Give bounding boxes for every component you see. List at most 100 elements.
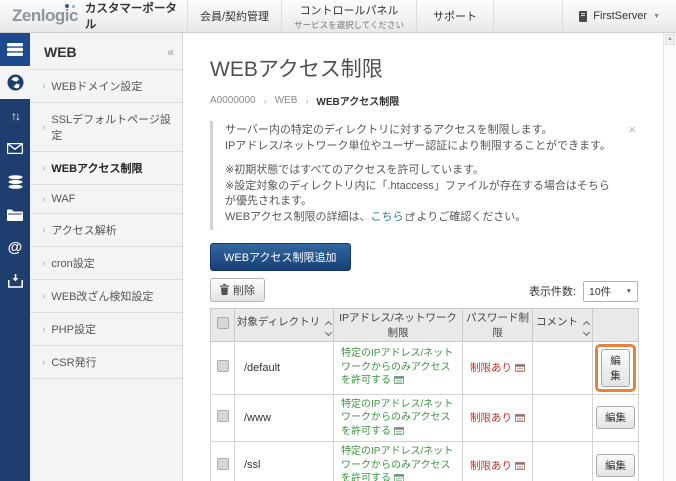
sidebar-menu-list: › WEBドメイン設定 › SSLデフォルトページ設定 › WEBアクセス制限 … xyxy=(30,69,182,379)
nav-control-panel-label: コントロールパネル xyxy=(299,4,399,17)
directory-cell: /default xyxy=(234,340,334,395)
restrictions-table: 対象ディレクトリ IPアドレス/ネットワーク制限 パスワード制限 コメント /d… xyxy=(210,307,639,481)
actions-cell: 編集 xyxy=(592,393,639,443)
row-checkbox[interactable] xyxy=(216,360,229,373)
breadcrumb-sep-icon: › xyxy=(305,95,309,106)
nav-member-contract-label: 会員/契約管理 xyxy=(200,11,270,23)
row-checkbox[interactable] xyxy=(216,457,229,470)
menu-bars-icon xyxy=(7,43,23,56)
chevron-right-icon: › xyxy=(42,162,46,174)
password-cell: 制限あり xyxy=(462,441,533,481)
account-menu[interactable]: FirstServer ▼ xyxy=(562,0,676,32)
top-header: Zenlogic カスタマーポータル 会員/契約管理 コントロールパネル サービ… xyxy=(0,0,676,33)
collapse-sidebar-icon[interactable]: « xyxy=(167,45,174,59)
add-restriction-button[interactable]: WEBアクセス制限追加 xyxy=(210,242,351,271)
chevron-right-icon: › xyxy=(42,356,46,368)
table-row: /www 特定のIPアドレス/ネットワークからのみアクセスを許可する 制限あり … xyxy=(210,393,639,443)
ip-restriction-cell: 特定のIPアドレス/ネットワークからのみアクセスを許可する xyxy=(333,340,463,395)
actions-cell: 編集 xyxy=(592,441,639,481)
sidebar-section-mail-settings[interactable]: @ xyxy=(0,231,30,264)
directory-cell: /ssl xyxy=(234,441,334,481)
chevron-right-icon: › xyxy=(42,323,46,335)
sidebar-section-database[interactable] xyxy=(0,165,30,198)
col-header-password: パスワード制限 xyxy=(462,307,533,342)
sidebar-item-ssl-default-page[interactable]: › SSLデフォルトページ設定 xyxy=(30,102,182,151)
main-menu-icon[interactable] xyxy=(0,33,30,66)
sidebar-section-title: WEB xyxy=(44,44,77,60)
breadcrumb-web[interactable]: WEB xyxy=(275,95,298,106)
edit-button[interactable]: 編集 xyxy=(596,453,635,477)
sort-comment-icon[interactable] xyxy=(582,321,591,337)
scrollbar[interactable]: ▲ xyxy=(663,33,676,481)
breadcrumb-sep-icon: › xyxy=(263,95,267,106)
breadcrumb-account[interactable]: A0000000 xyxy=(210,95,256,106)
table-row: /ssl 特定のIPアドレス/ネットワークからのみアクセスを許可する 制限あり … xyxy=(210,441,639,481)
sidebar-item-web-domain[interactable]: › WEBドメイン設定 xyxy=(30,69,182,102)
nav-control-panel-sublabel: サービスを選択してください xyxy=(294,19,405,30)
actions-cell: 編集 xyxy=(592,340,639,395)
info-detail-line: WEBアクセス制限の詳細は、こちら よりご確認ください。 xyxy=(225,211,527,224)
at-icon: @ xyxy=(7,239,23,256)
row-checkbox[interactable] xyxy=(216,410,229,423)
col-header-actions xyxy=(592,307,639,342)
breadcrumb: A0000000 › WEB › WEBアクセス制限 xyxy=(210,93,651,108)
sidebar-menu: WEB « › WEBドメイン設定 › SSLデフォルトページ設定 › WEBア… xyxy=(30,33,183,481)
comment-cell xyxy=(532,393,593,443)
sidebar-menu-header: WEB « xyxy=(30,33,182,69)
server-tower-icon xyxy=(579,10,588,22)
sidebar-section-files[interactable] xyxy=(0,198,30,231)
comment-cell xyxy=(532,441,593,481)
detail-list-icon xyxy=(394,376,404,385)
chevron-right-icon: › xyxy=(42,290,46,302)
detail-link[interactable]: こちら xyxy=(371,211,404,223)
table-header-row: 対象ディレクトリ IPアドレス/ネットワーク制限 パスワード制限 コメント xyxy=(210,307,639,342)
chevron-right-icon: › xyxy=(42,193,46,205)
chevron-right-icon: › xyxy=(42,224,46,236)
chevron-right-icon: › xyxy=(42,121,46,133)
info-note-1: ※初期状態ではすべてのアクセスを許可しています。 xyxy=(225,164,485,177)
sidebar-item-tamper-detection[interactable]: › WEB改ざん検知設定 xyxy=(30,279,182,312)
sidebar-section-web[interactable] xyxy=(0,66,30,99)
edit-button[interactable]: 編集 xyxy=(601,348,630,387)
sidebar-item-cron[interactable]: › cron設定 xyxy=(30,246,182,279)
sidebar-item-access-analysis[interactable]: › アクセス解析 xyxy=(30,213,182,246)
nav-control-panel[interactable]: コントロールパネル サービスを選択してください xyxy=(281,0,416,32)
sidebar-item-php[interactable]: › PHP設定 xyxy=(30,312,182,345)
scrollbar-up-icon[interactable]: ▲ xyxy=(665,34,675,45)
detail-list-icon xyxy=(515,414,525,423)
detail-list-icon xyxy=(515,461,525,470)
zenlogic-logo[interactable]: Zenlogic カスタマーポータル xyxy=(0,0,183,32)
info-line-2: IPアドレス/ネットワーク単位やユーザー認証により制限することができます。 xyxy=(225,139,611,152)
col-header-ip: IPアドレス/ネットワーク制限 xyxy=(333,307,463,342)
nav-support[interactable]: サポート xyxy=(416,0,495,32)
detail-list-icon xyxy=(394,474,404,481)
select-all-checkbox[interactable] xyxy=(216,317,229,330)
caret-down-icon: ▼ xyxy=(625,287,632,295)
sidebar-section-mail[interactable] xyxy=(0,132,30,165)
nav-member-contract[interactable]: 会員/契約管理 xyxy=(187,0,281,32)
highlight-ring: 編集 xyxy=(595,343,636,392)
per-page-select[interactable]: 10件 ▼ xyxy=(583,280,638,302)
nav-support-label: サポート xyxy=(433,11,478,23)
directory-cell: /www xyxy=(234,393,334,443)
sidebar-item-waf[interactable]: › WAF xyxy=(30,184,182,213)
info-note-2: ※設定対象のディレクトリ内に「.htaccess」ファイルが存在する場合はそちら… xyxy=(225,179,610,208)
select-all-cell xyxy=(210,307,235,342)
info-line-1: サーバー内の特定のディレクトリに対するアクセスを制限します。 xyxy=(225,124,553,136)
breadcrumb-current: WEBアクセス制限 xyxy=(316,97,400,108)
table-toolbar: 削除 表示件数: 10件 ▼ xyxy=(210,277,638,302)
chevron-right-icon: › xyxy=(42,80,46,92)
sidebar-section-transfer[interactable]: ↑↓ xyxy=(0,99,30,132)
globe-icon xyxy=(7,74,23,91)
external-link-icon xyxy=(405,212,415,222)
delete-button[interactable]: 削除 xyxy=(210,277,265,302)
sidebar-item-web-access-restriction[interactable]: › WEBアクセス制限 xyxy=(30,151,182,184)
sidebar-item-csr[interactable]: › CSR発行 xyxy=(30,345,182,379)
chevron-right-icon: › xyxy=(42,257,46,269)
close-icon[interactable]: × xyxy=(628,123,636,136)
edit-button[interactable]: 編集 xyxy=(596,406,635,430)
sort-directory-icon[interactable] xyxy=(325,321,333,337)
password-cell: 制限あり xyxy=(462,393,533,443)
sidebar-section-install[interactable] xyxy=(0,264,30,297)
folder-icon xyxy=(7,209,23,221)
